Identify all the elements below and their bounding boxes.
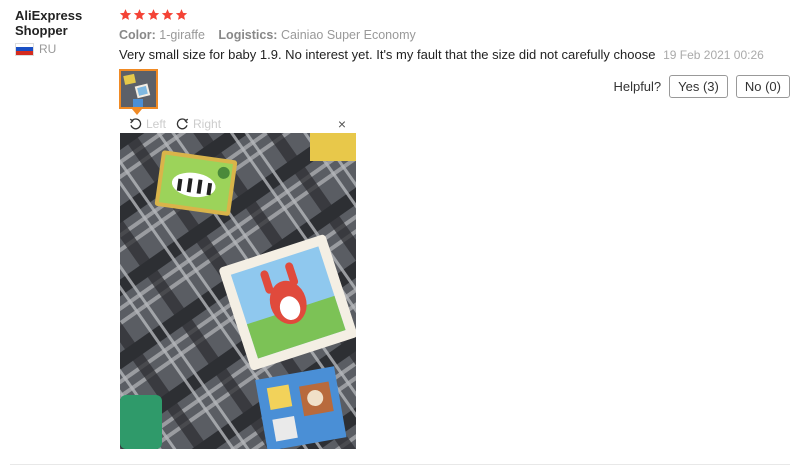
star-icon [147, 8, 160, 20]
review-text-row: Very small size for baby 1.9. No interes… [119, 47, 790, 62]
photo-image [120, 133, 356, 449]
rotate-left-button[interactable]: Left [129, 117, 166, 131]
thumbnail-image [121, 71, 156, 107]
image-viewer-toolbar: Left Right × [119, 115, 356, 133]
logistics-label: Logistics: [218, 28, 278, 42]
star-rating [119, 5, 790, 23]
star-icon [133, 8, 146, 20]
review-photo[interactable] [120, 133, 356, 449]
helpful-yes-button[interactable]: Yes (3) [669, 75, 728, 98]
star-icon [161, 8, 174, 20]
reviewer-country: RU [15, 42, 105, 56]
rotate-left-icon [129, 117, 142, 129]
helpful-vote: Helpful? Yes (3) No (0) [613, 75, 790, 98]
star-icon [175, 8, 188, 20]
close-icon[interactable]: × [338, 116, 346, 132]
review-date: 19 Feb 2021 00:26 [663, 48, 764, 62]
color-label: Color: [119, 28, 156, 42]
order-info: Color: 1-giraffe Logistics: Cainiao Supe… [119, 28, 790, 42]
review-body: Color: 1-giraffe Logistics: Cainiao Supe… [119, 5, 790, 62]
logistics-value: Cainiao Super Economy [280, 28, 416, 42]
rotate-right-icon [176, 117, 189, 129]
helpful-label: Helpful? [613, 79, 662, 94]
photo-thumbnail[interactable] [119, 69, 158, 109]
rotate-right-button[interactable]: Right [176, 117, 221, 131]
color-value: 1-giraffe [159, 28, 205, 42]
star-icon [119, 8, 132, 20]
reviewer-info: AliExpress Shopper RU [15, 8, 105, 56]
rotate-left-label: Left [146, 117, 167, 131]
reviewer-name: AliExpress Shopper [15, 8, 83, 38]
helpful-no-button[interactable]: No (0) [735, 75, 790, 98]
country-code: RU [39, 42, 57, 56]
review-text: Very small size for baby 1.9. No interes… [119, 47, 656, 62]
rotate-right-label: Right [193, 117, 222, 131]
flag-icon [15, 42, 34, 56]
review-divider [10, 464, 790, 465]
